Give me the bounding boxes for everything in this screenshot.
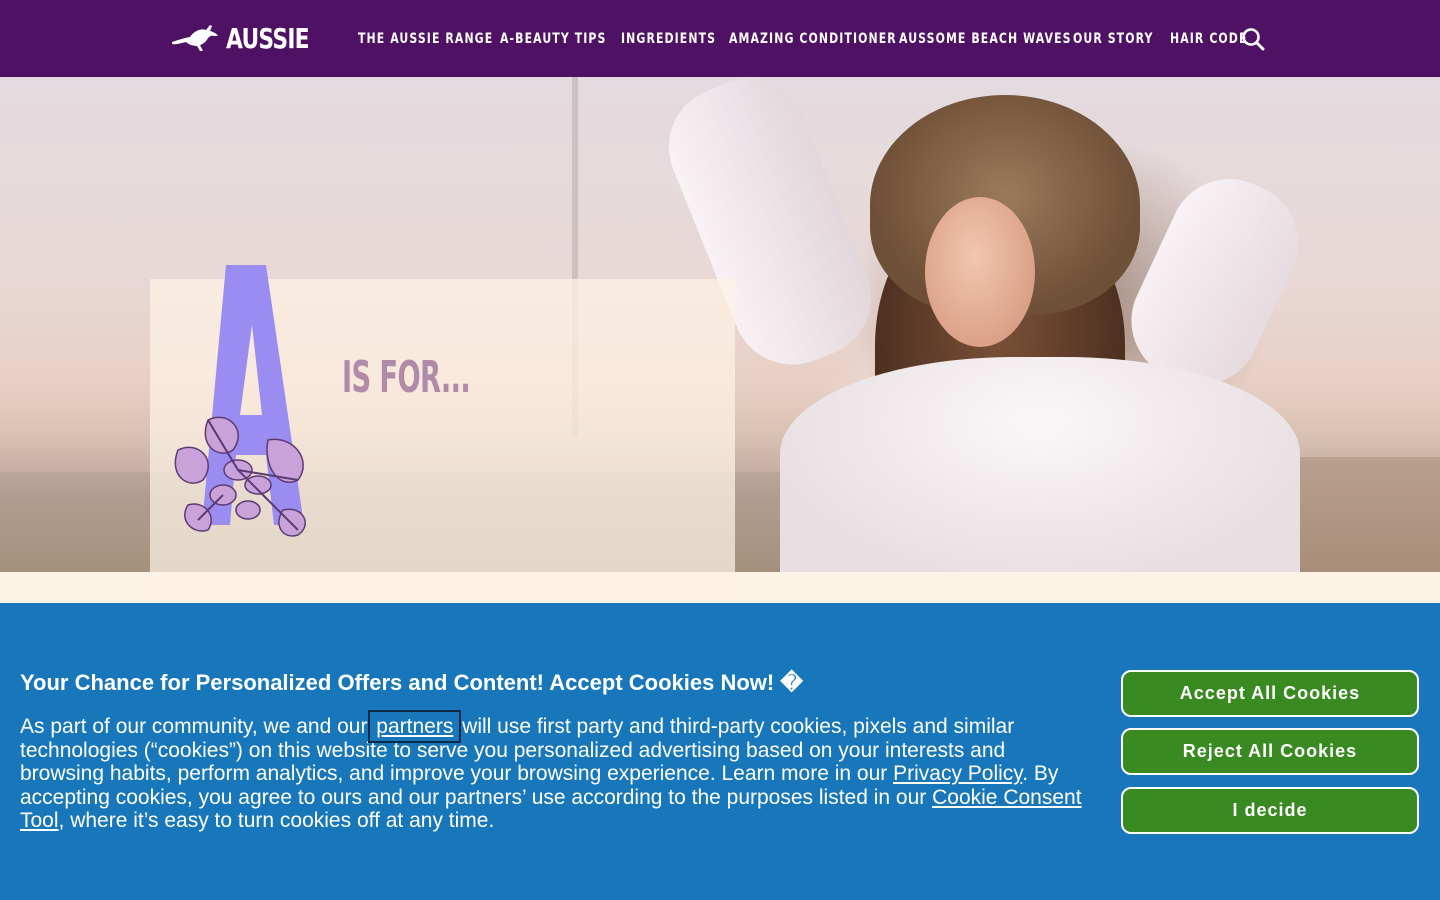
nav-hair-code[interactable]: HAIR CODE <box>1170 31 1248 47</box>
site-header: AUSSIE THE AUSSIE RANGE A-BEAUTY TIPS IN… <box>0 0 1440 77</box>
search-icon[interactable] <box>1241 27 1265 51</box>
cookie-text-part-4: , where it’s easy to turn cookies off at… <box>58 809 495 832</box>
nav-aussome-beach-waves[interactable]: AUSSOME BEACH WAVES <box>899 31 1072 47</box>
almond-branch-icon <box>174 416 306 537</box>
main-nav: THE AUSSIE RANGE A-BEAUTY TIPS INGREDIEN… <box>358 0 1246 77</box>
cookie-text-part-1: As part of our community, we and our <box>20 715 374 738</box>
nav-ingredients[interactable]: INGREDIENTS <box>621 31 716 47</box>
cookie-banner-title: Your Chance for Personalized Offers and … <box>20 670 803 695</box>
i-decide-button[interactable]: I decide <box>1121 787 1419 834</box>
cookie-banner: Your Chance for Personalized Offers and … <box>0 603 1440 900</box>
svg-text:A: A <box>192 265 193 266</box>
accept-all-cookies-button[interactable]: Accept All Cookies <box>1121 670 1419 717</box>
aussie-logo[interactable]: AUSSIE <box>170 20 332 56</box>
cookie-banner-text: As part of our community, we and our par… <box>20 710 1090 833</box>
partners-link[interactable]: partners <box>368 710 462 743</box>
nav-a-beauty-tips[interactable]: A-BEAUTY TIPS <box>500 31 606 47</box>
privacy-policy-link[interactable]: Privacy Policy <box>893 762 1022 785</box>
nav-our-story[interactable]: OUR STORY <box>1073 31 1154 47</box>
reject-all-cookies-button[interactable]: Reject All Cookies <box>1121 728 1419 775</box>
hero-tagline: IS FOR... <box>342 352 471 403</box>
woman-face <box>925 197 1035 347</box>
kangaroo-icon <box>172 25 218 51</box>
brand-name: AUSSIE <box>226 21 310 55</box>
nav-amazing-conditioner[interactable]: AMAZING CONDITIONER <box>729 31 897 47</box>
nav-the-aussie-range[interactable]: THE AUSSIE RANGE <box>358 31 493 47</box>
woman-blouse <box>780 357 1300 572</box>
